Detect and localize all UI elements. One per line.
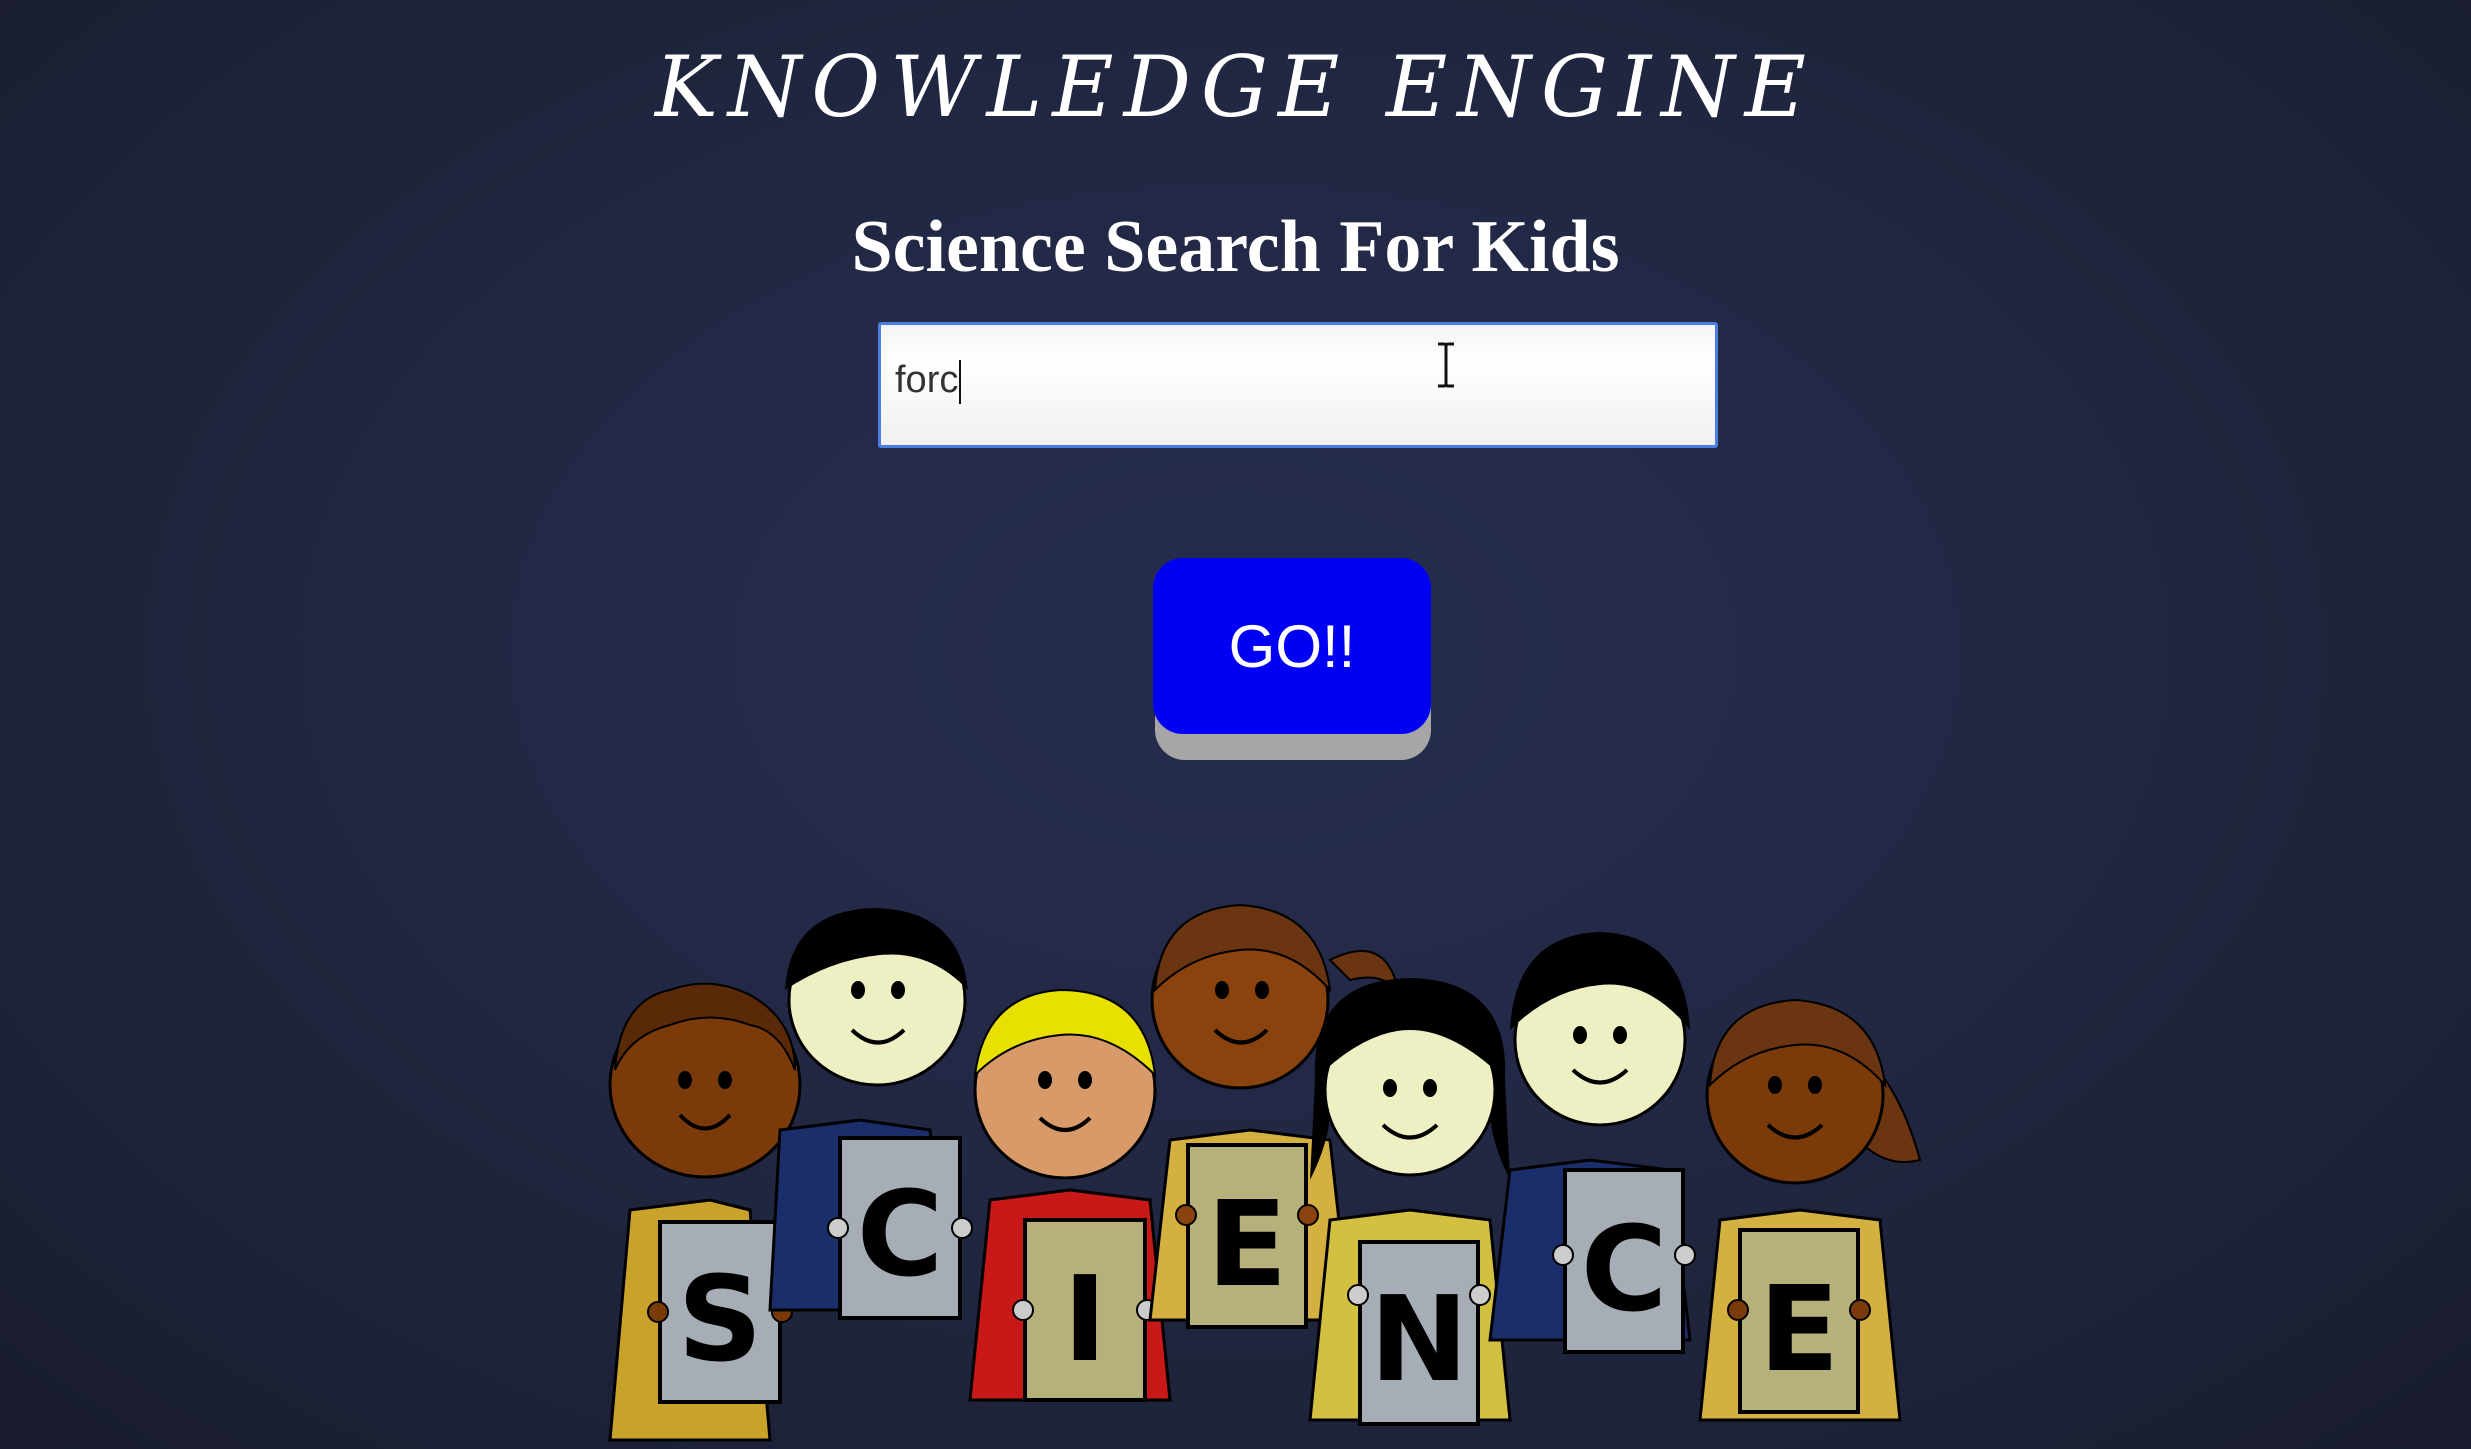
kid-5: N: [1308, 978, 1512, 1426]
letter-e-2: E: [1759, 1260, 1840, 1398]
science-kids-illustration: S C I E N C E: [608, 903, 1922, 1442]
page-subtitle: Science Search For Kids: [851, 206, 1620, 288]
letter-e-1: E: [1207, 1175, 1288, 1313]
letter-n: N: [1370, 1270, 1469, 1408]
kid-2: C: [768, 908, 973, 1320]
kid-6: C: [1488, 932, 1696, 1354]
kid-1: S: [608, 982, 802, 1442]
letter-c-2: C: [1581, 1200, 1668, 1338]
go-button[interactable]: GO!!: [1153, 558, 1431, 734]
text-caret: [959, 359, 962, 404]
search-input[interactable]: forc: [878, 322, 1718, 448]
app-title: KNOWLEDGE ENGINE: [655, 38, 1816, 136]
kid-3: I: [968, 988, 1172, 1402]
letter-s: S: [678, 1250, 763, 1388]
kid-7: E: [1698, 998, 1922, 1422]
search-input-value: forc: [895, 359, 962, 404]
letter-c-1: C: [857, 1165, 944, 1303]
letter-i: I: [1063, 1250, 1107, 1388]
ibeam-cursor-icon: [1438, 342, 1454, 388]
